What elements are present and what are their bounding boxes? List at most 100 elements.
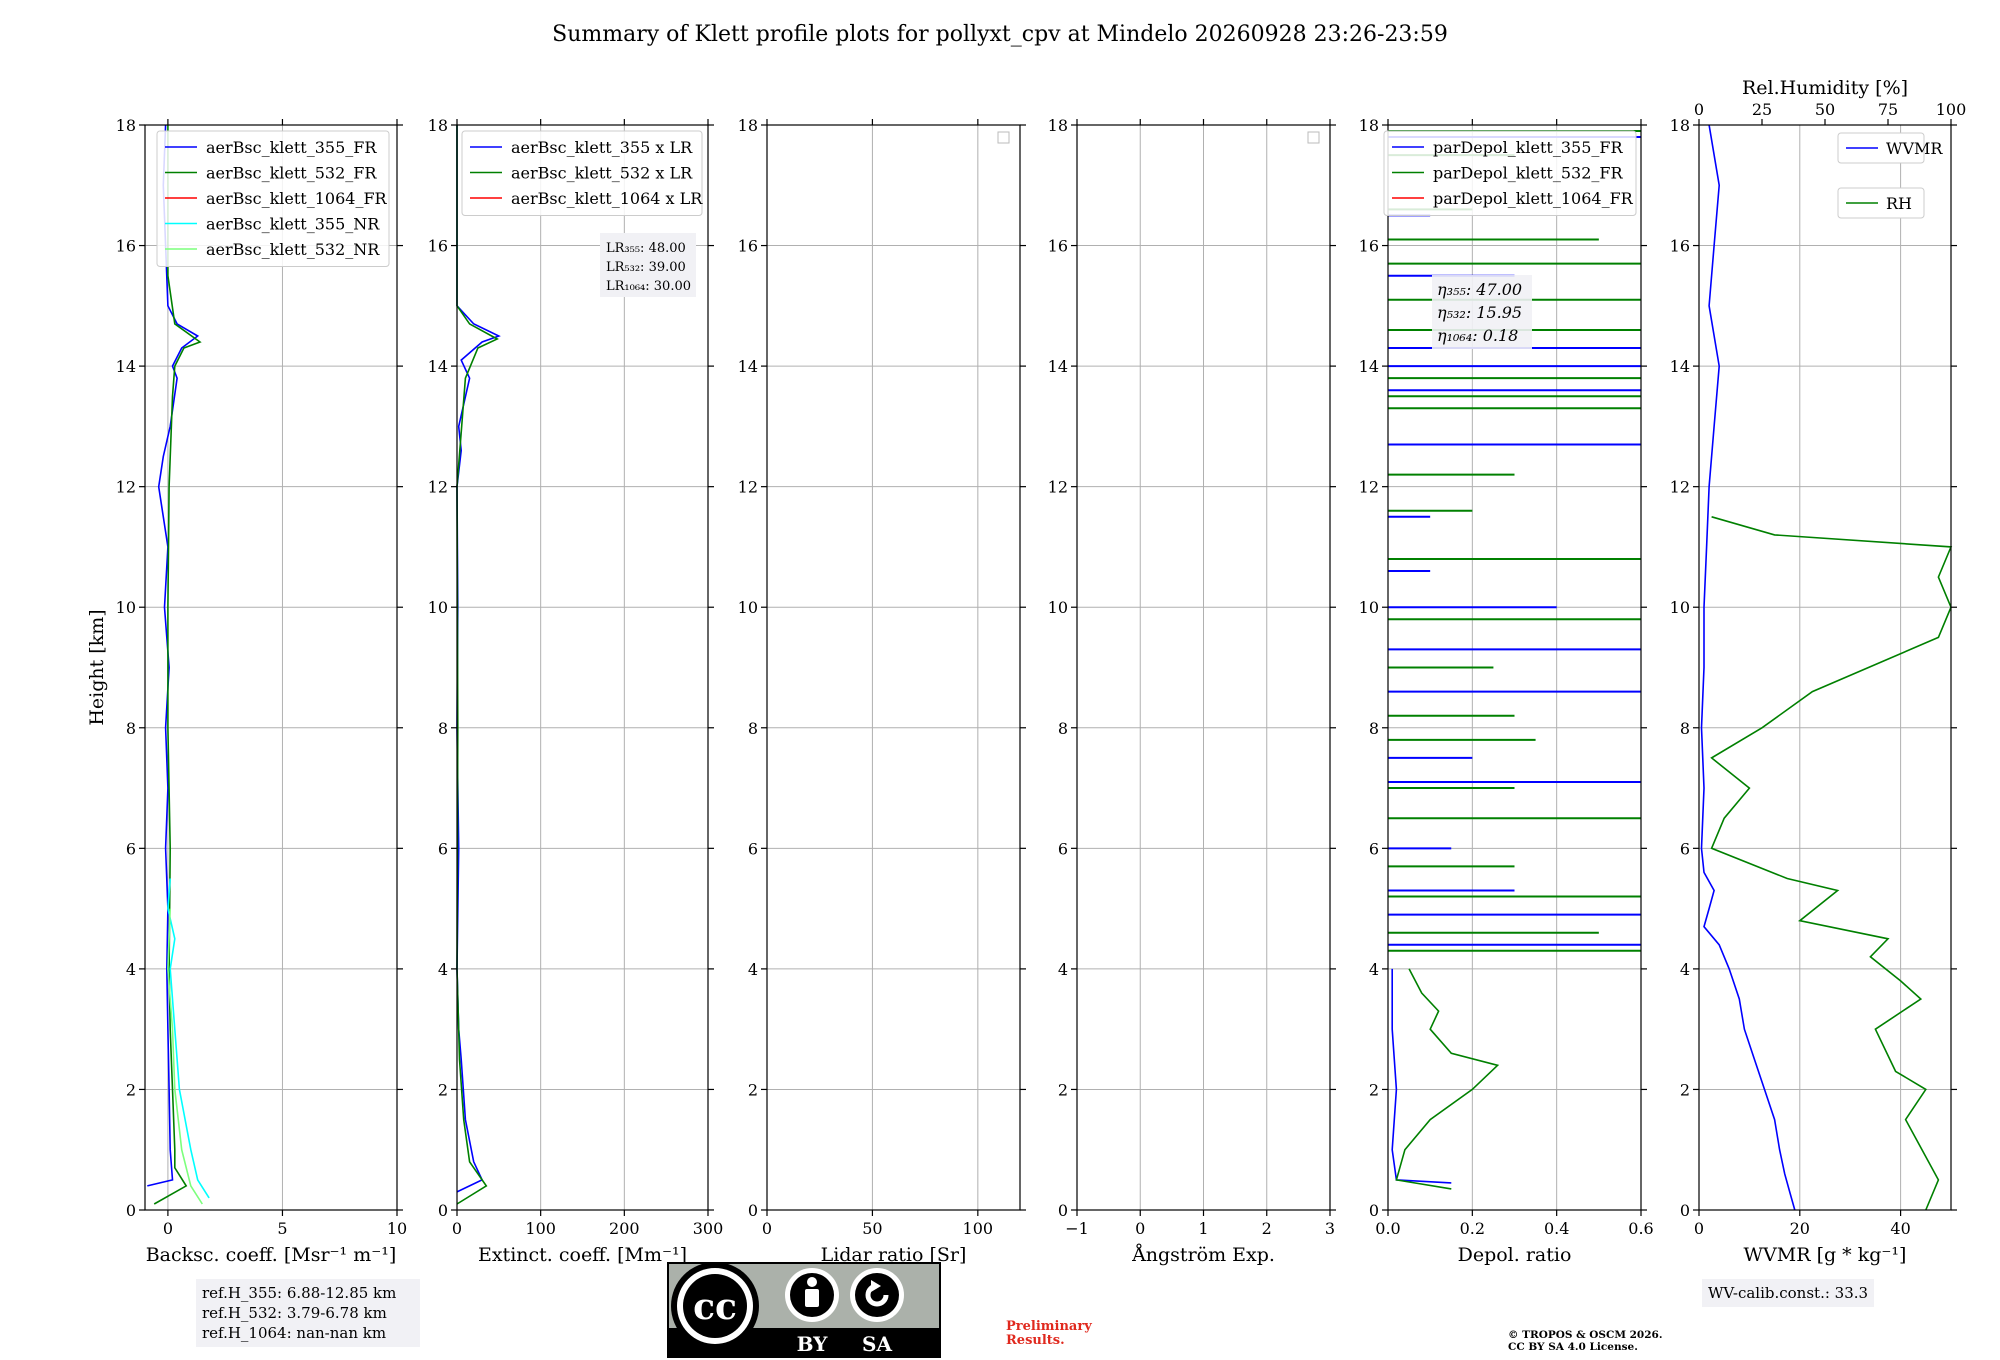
x-axis-label: Depol. ratio (1458, 1244, 1572, 1266)
wv-calibration-box: WV-calib.const.: 33.3 (1702, 1279, 1875, 1307)
y-tick-label: 4 (1058, 960, 1068, 979)
y-tick-label: 16 (1048, 237, 1068, 256)
reference-height-box: ref.H_355: 6.88-12.85 km ref.H_532: 3.79… (196, 1279, 420, 1347)
x-tick-label: 1 (1198, 1219, 1208, 1238)
y-tick-label: 4 (438, 960, 448, 979)
y-tick-label: 14 (1048, 357, 1068, 376)
y-tick-label: 12 (738, 478, 758, 497)
y-tick-label: 8 (1058, 719, 1068, 738)
x-tick-label: 3 (1325, 1219, 1335, 1238)
y-tick-label: 10 (1048, 598, 1068, 617)
y-tick-label: 8 (748, 719, 758, 738)
y-axis-label: Height [km] (86, 609, 108, 725)
legend-label: RH (1886, 194, 1912, 213)
y-tick-label: 10 (1359, 598, 1379, 617)
empty-legend (1307, 131, 1320, 144)
y-tick-label: 16 (738, 237, 758, 256)
y-tick-label: 10 (1670, 598, 1690, 617)
y-tick-label: 2 (1680, 1080, 1690, 1099)
legend-label: parDepol_klett_532_FR (1433, 164, 1624, 183)
x-axis-label: Ångström Exp. (1131, 1244, 1275, 1266)
legend-label: aerBsc_klett_532_NR (206, 240, 380, 259)
x-tick-label: 10 (387, 1219, 407, 1238)
y-tick-label: 8 (438, 719, 448, 738)
y-tick-label: 6 (1680, 839, 1690, 858)
y-tick-label: 12 (428, 478, 448, 497)
y-tick-label: 18 (1670, 116, 1690, 135)
y-tick-label: 16 (428, 237, 448, 256)
y-tick-label: 8 (126, 719, 136, 738)
series-line-RH (1710, 516, 1953, 1211)
series-line-aerBsc_klett_532 x LR (456, 125, 499, 1205)
legend-label: aerBsc_klett_355_FR (206, 138, 377, 157)
x-axis-label: Backsc. coeff. [Msr⁻¹ m⁻¹] (146, 1244, 397, 1266)
x-tick-label: 40 (1890, 1219, 1910, 1238)
x-tick-label: 100 (963, 1219, 994, 1238)
angstrom-label: η₁₀₆₄: 0.18 (1437, 326, 1518, 345)
x-axis-label: WVMR [g * kg⁻¹] (1744, 1244, 1907, 1266)
refh-532: ref.H_532: 3.79-6.78 km (202, 1304, 387, 1322)
y-tick-label: 16 (1359, 237, 1379, 256)
x-tick-label: 0 (1135, 1219, 1145, 1238)
top-x-tick-label: 25 (1752, 100, 1772, 119)
x-tick-label: 0.4 (1544, 1219, 1569, 1238)
y-tick-label: 0 (1058, 1201, 1068, 1220)
x-tick-label: 2 (1262, 1219, 1272, 1238)
y-tick-label: 8 (1680, 719, 1690, 738)
panel-1: 0 2 4 6 8 10 12 14 16 18 0 100 200 300 Extinct. coeff.… (428, 116, 724, 1266)
y-tick-label: 2 (1058, 1080, 1068, 1099)
y-tick-label: 12 (1359, 478, 1379, 497)
y-tick-label: 14 (1670, 357, 1690, 376)
y-tick-label: 4 (1680, 960, 1690, 979)
copyright-line-1: © TROPOS & OSCM 2026. (1508, 1329, 1663, 1341)
y-tick-label: 0 (1369, 1201, 1379, 1220)
y-tick-label: 10 (116, 598, 136, 617)
series-line-aerBsc_klett_532_FR (153, 125, 202, 1205)
top-x-axis-label: Rel.Humidity [%] (1742, 77, 1908, 99)
y-tick-label: 6 (438, 839, 448, 858)
y-tick-label: 6 (748, 839, 758, 858)
profile-plots: Height [km]0246810121416180 5 10Backsc. co… (86, 77, 1967, 1266)
panel-0: 0 2 4 6 8 10 12 14 16 18 0 5 10 Backsc. coeff. [Msr⁻¹… (116, 116, 408, 1266)
y-tick-label: 0 (748, 1201, 758, 1220)
x-tick-label: 0.2 (1460, 1219, 1485, 1238)
cc-license-badge: cc BY SA (667, 1262, 941, 1358)
top-x-tick-label: 100 (1936, 100, 1967, 119)
y-tick-label: 0 (438, 1201, 448, 1220)
top-x-tick-label: 50 (1815, 100, 1835, 119)
lidar-ratio-label: LR₃₅₅: 48.00 (606, 241, 686, 256)
y-tick-label: 18 (116, 116, 136, 135)
y-tick-label: 4 (1369, 960, 1379, 979)
panel-5: 0246810121416180 20 40WVMR [g * kg⁻¹]0 25 50… (1670, 77, 1967, 1266)
legend-label: parDepol_klett_1064_FR (1433, 189, 1634, 208)
x-tick-label: −1 (1065, 1219, 1089, 1238)
x-tick-label: 20 (1790, 1219, 1810, 1238)
y-tick-label: 4 (748, 960, 758, 979)
cc-logo-text: cc (693, 1286, 737, 1328)
y-tick-label: 2 (748, 1080, 758, 1099)
legend-label: parDepol_klett_355_FR (1433, 138, 1624, 157)
y-tick-label: 12 (1670, 478, 1690, 497)
series-line-parDepol_klett_532_FR (1395, 968, 1500, 1190)
y-tick-label: 12 (1048, 478, 1068, 497)
copyright-note: © TROPOS & OSCM 2026. CC BY SA 4.0 Licen… (1508, 1329, 1663, 1353)
panel-4: 0 2 4 6 8 10 12 14 16 18 0.0 0.2 0.4 0.6 Depol. ratio p… (1359, 116, 1654, 1266)
y-tick-label: 6 (1058, 839, 1068, 858)
legend-label: aerBsc_klett_1064 x LR (511, 189, 703, 208)
legend-label: aerBsc_klett_532_FR (206, 164, 377, 183)
figure: Summary of Klett profile plots for polly… (0, 0, 2000, 1360)
preliminary-note: Preliminary Results. (1006, 1320, 1092, 1348)
y-tick-label: 0 (126, 1201, 136, 1220)
x-axis-label: Extinct. coeff. [Mm⁻¹] (478, 1244, 687, 1266)
y-tick-label: 2 (438, 1080, 448, 1099)
y-tick-label: 12 (116, 478, 136, 497)
legend-label: aerBsc_klett_355_NR (206, 215, 380, 234)
plot-frame (1698, 124, 1952, 1211)
x-tick-label: 0 (163, 1219, 173, 1238)
legend-label: aerBsc_klett_532 x LR (511, 164, 693, 183)
x-tick-label: 50 (862, 1219, 882, 1238)
legend-label: aerBsc_klett_1064_FR (206, 189, 388, 208)
y-tick-label: 4 (126, 960, 136, 979)
preliminary-line-1: Preliminary (1006, 1319, 1092, 1334)
y-tick-label: 14 (738, 357, 758, 376)
